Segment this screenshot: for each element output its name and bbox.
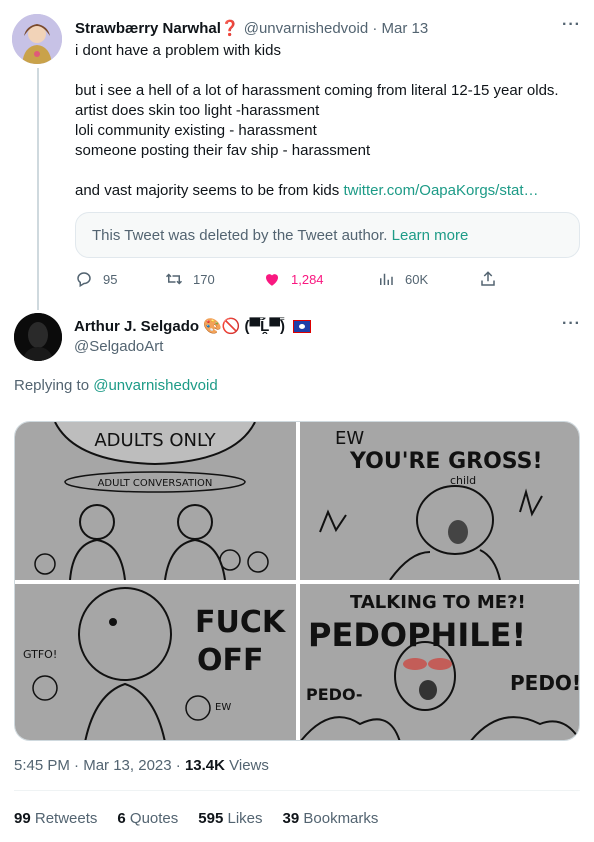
stat-label: Bookmarks xyxy=(303,810,379,827)
p3-shout-2: OFF xyxy=(197,643,264,678)
retweet-button[interactable]: 170 xyxy=(165,270,215,288)
reply-icon xyxy=(77,272,91,288)
stat-count: 6 xyxy=(117,810,126,827)
more-icon[interactable]: ··· xyxy=(562,16,581,34)
share-icon xyxy=(481,271,495,286)
engagement-stats: 99 Retweets 6 Quotes 595 Likes 39 Bookma… xyxy=(14,810,378,827)
tweet-line-last: and vast majority seems to be from kids … xyxy=(75,181,580,201)
comic-panel-4[interactable]: TALKING TO ME?! PEDOPHILE! PEDO- PEDO! xyxy=(300,584,580,740)
p3-shout-1: FUCK xyxy=(195,605,287,640)
parent-date[interactable]: Mar 13 xyxy=(382,20,429,37)
comic-panel-2[interactable]: EW YOU'RE GROSS! child xyxy=(300,422,579,580)
like-count: 1,284 xyxy=(291,271,324,287)
heart-icon xyxy=(266,274,278,286)
p3-ew-text: EW xyxy=(215,702,231,713)
p4-mid-text: PEDOPHILE! xyxy=(308,616,526,654)
replying-prefix: Replying to xyxy=(14,377,94,394)
p4-top-text: TALKING TO ME?! xyxy=(350,592,526,613)
parent-tweet-header: Strawbærry Narwhal❓ @unvarnishedvoid · M… xyxy=(75,19,428,37)
parent-action-bar: 95 170 1,284 60K xyxy=(75,270,505,292)
p1-label-text: ADULT CONVERSATION xyxy=(98,478,213,489)
tweet-timestamp-row: 5:45 PM · Mar 13, 2023 · 13.4K Views xyxy=(14,757,269,774)
reply-button[interactable]: 95 xyxy=(75,270,117,288)
tweet-line: loli community existing - harassment xyxy=(75,122,317,139)
tweet-date[interactable]: Mar 13, 2023 xyxy=(83,757,171,774)
tweet-line: artist does skin too light -harassment xyxy=(75,102,320,119)
views-count: 60K xyxy=(405,271,429,287)
p2-shout-text: YOU'RE GROSS! xyxy=(349,449,543,474)
like-button[interactable]: 1,284 xyxy=(263,270,324,288)
stat-bookmarks[interactable]: 39 Bookmarks xyxy=(283,810,379,827)
retweet-icon xyxy=(165,273,183,285)
stat-label: Quotes xyxy=(129,810,179,827)
p4-left-text: PEDO- xyxy=(306,685,362,704)
learn-more-link[interactable]: Learn more xyxy=(392,227,469,244)
retweet-count: 170 xyxy=(193,271,215,287)
name-emoji: 🎨🚫 (▀̿Ĺ̯▀̿) xyxy=(203,318,285,335)
main-handle[interactable]: @SelgadoArt xyxy=(74,338,163,355)
comic-panel-3[interactable]: FUCK OFF GTFO! EW xyxy=(15,584,296,740)
tweet-line: i dont have a problem with kids xyxy=(75,42,281,59)
stat-count: 99 xyxy=(14,810,31,827)
tweet-line-gap xyxy=(75,61,580,81)
tweet-line: someone posting their fav ship - harassm… xyxy=(75,142,371,159)
p2-top-text: EW xyxy=(335,428,364,449)
tweet-line: but i see a hell of a lot of harassment … xyxy=(75,82,559,99)
stat-label: Retweets xyxy=(34,810,98,827)
deleted-quote-notice: This Tweet was deleted by the Tweet auth… xyxy=(75,212,580,258)
reply-count: 95 xyxy=(103,271,118,287)
stat-label: Likes xyxy=(227,810,263,827)
deleted-notice-text: This Tweet was deleted by the Tweet auth… xyxy=(92,227,388,244)
replying-to: Replying to @unvarnishedvoid xyxy=(14,377,218,394)
belize-flag-icon xyxy=(292,319,311,333)
parent-display-name[interactable]: Strawbærry Narwhal❓ xyxy=(75,20,240,37)
divider xyxy=(14,790,580,791)
main-display-name[interactable]: Arthur J. Selgado 🎨🚫 (▀̿Ĺ̯▀̿) xyxy=(74,317,311,335)
meta-separator: · xyxy=(175,757,181,774)
parent-tweet-text: i dont have a problem with kids but i se… xyxy=(75,41,580,201)
comic-media-grid[interactable]: ADULTS ONLY ADULT CONVERSATION EW YOU'RE… xyxy=(14,421,580,741)
tweet-last-text: and vast majority seems to be from kids xyxy=(75,182,344,199)
p4-right-text: PEDO! xyxy=(510,671,580,695)
p1-bubble-text: ADULTS ONLY xyxy=(94,430,216,451)
main-name-text: Arthur J. Selgado xyxy=(74,317,200,335)
meta-separator: · xyxy=(74,757,80,774)
stat-count: 595 xyxy=(198,810,224,827)
tweet-time[interactable]: 5:45 PM xyxy=(14,757,70,774)
views-label: Views xyxy=(224,757,269,774)
header-separator: · xyxy=(372,20,378,37)
replying-handle-link[interactable]: @unvarnishedvoid xyxy=(93,377,217,394)
more-icon[interactable]: ··· xyxy=(562,315,581,333)
tweet-link[interactable]: twitter.com/OapaKorgs/stat… xyxy=(343,182,538,199)
share-button[interactable] xyxy=(479,270,497,288)
stat-count: 39 xyxy=(282,810,300,827)
views-button[interactable]: 60K xyxy=(377,270,428,288)
stat-likes[interactable]: 595 Likes xyxy=(198,810,262,827)
parent-handle[interactable]: @unvarnishedvoid xyxy=(244,20,368,37)
p3-small-text: GTFO! xyxy=(23,648,57,661)
stat-retweets[interactable]: 99 Retweets xyxy=(14,810,97,827)
parent-author-avatar[interactable] xyxy=(12,14,62,64)
thread-connector-line xyxy=(37,68,39,310)
stat-quotes[interactable]: 6 Quotes xyxy=(117,810,178,827)
main-author-avatar[interactable] xyxy=(14,313,62,361)
comic-panel-1[interactable]: ADULTS ONLY ADULT CONVERSATION xyxy=(15,422,296,580)
views-count: 13.4K xyxy=(184,757,225,774)
analytics-icon xyxy=(380,273,393,285)
tweet-line-gap xyxy=(75,161,580,181)
